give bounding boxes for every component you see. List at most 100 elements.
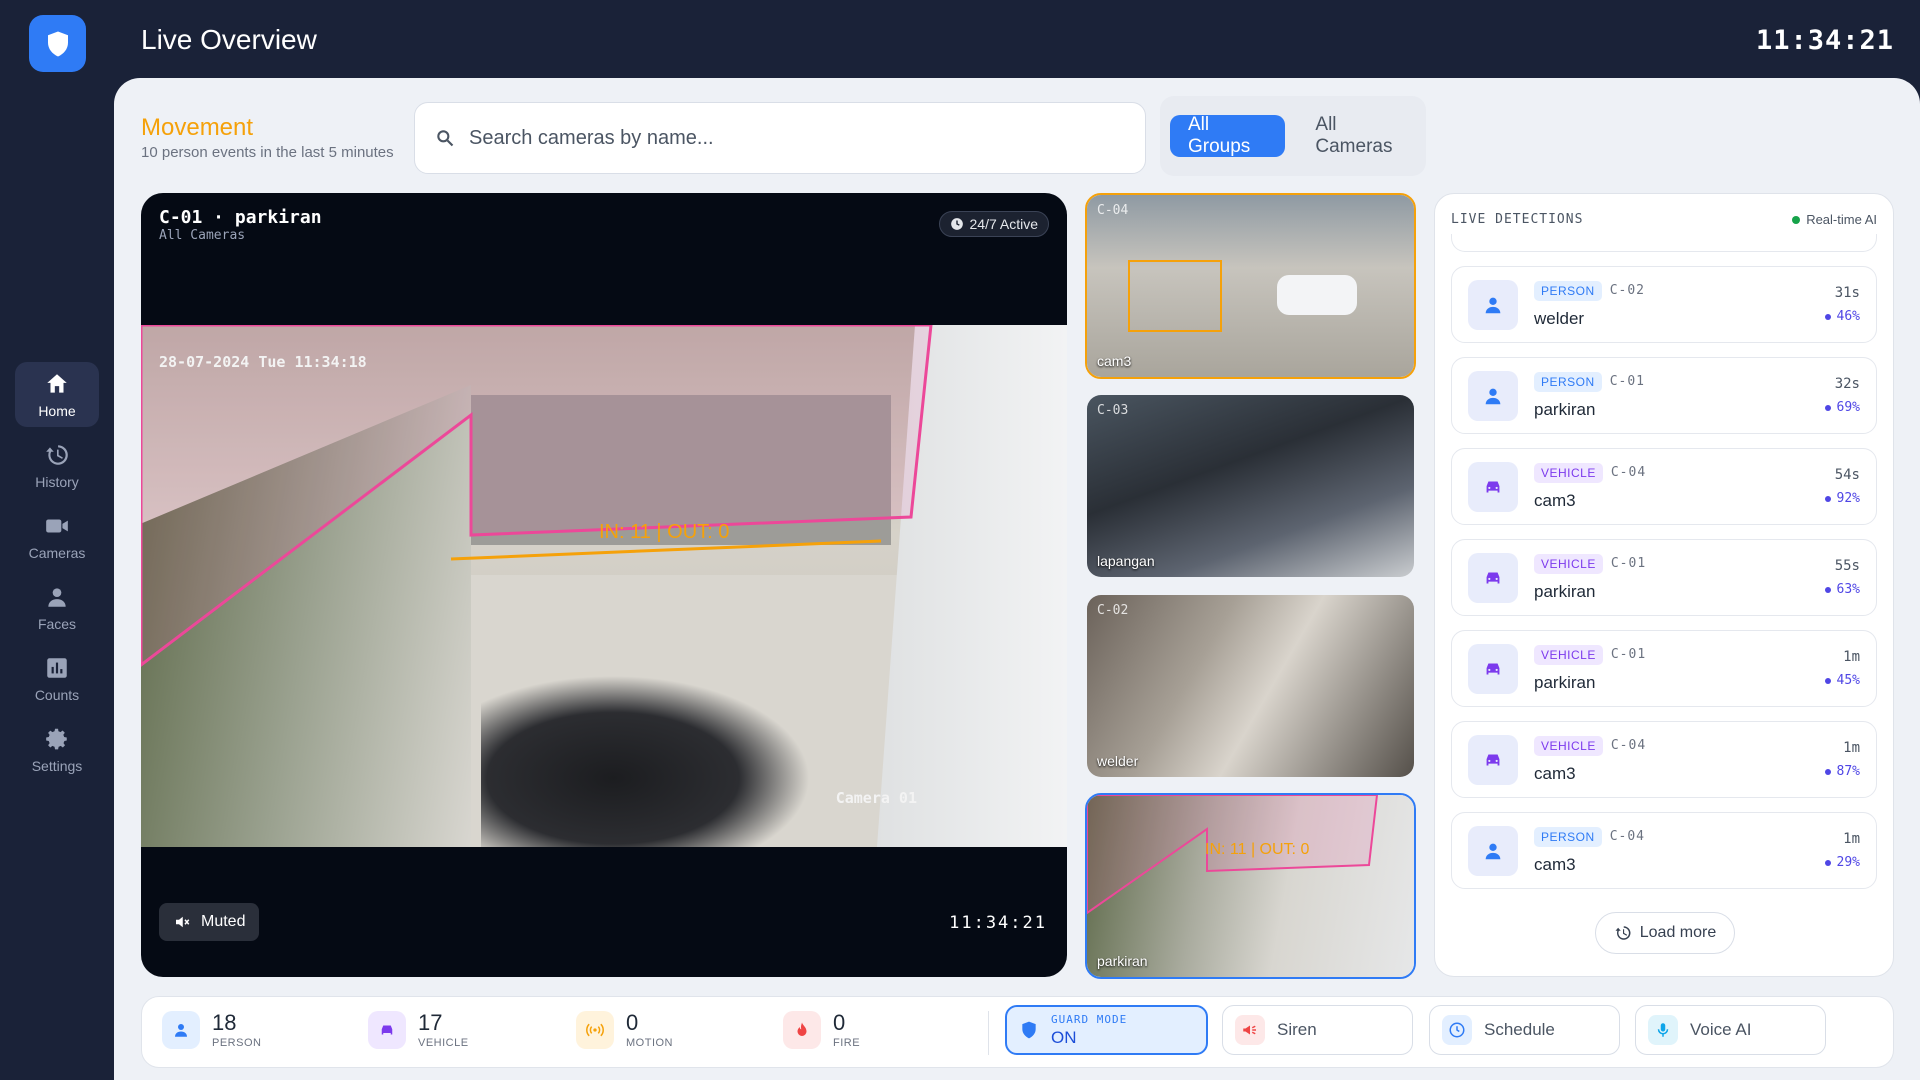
- detection-type-badge: PERSON: [1534, 826, 1602, 847]
- group-filter: All Groups All Cameras: [1160, 96, 1426, 176]
- detection-item[interactable]: VEHICLE C-04 cam3 54s 92%: [1451, 448, 1877, 525]
- camera-thumbnail-lapangan[interactable]: C-03 lapangan: [1085, 393, 1416, 579]
- detection-meta: PERSON C-01: [1534, 371, 1645, 392]
- detection-body: VEHICLE C-04 cam3: [1534, 735, 1647, 784]
- movement-title: Movement: [141, 114, 254, 141]
- stat-label: VEHICLE: [418, 1036, 469, 1049]
- search-box: [414, 102, 1146, 174]
- stat-text: 0 MOTION: [626, 1011, 673, 1049]
- clock-icon: [950, 218, 963, 230]
- detection-camera-id: C-01: [1609, 374, 1645, 389]
- active-status-badge: 24/7 Active: [938, 211, 1049, 237]
- car-icon: [381, 1025, 393, 1035]
- sidebar-item-home[interactable]: Home: [15, 362, 99, 427]
- detection-camera-name: parkiran: [1534, 581, 1596, 601]
- sidebar-item-label: Cameras: [28, 544, 86, 561]
- detection-item[interactable]: PERSON C-04 cam3 1m 29%: [1451, 812, 1877, 889]
- page-title: Live Overview: [141, 24, 317, 55]
- guard-mode-toggle[interactable]: GUARD MODE ON: [1005, 1005, 1208, 1055]
- detection-stats: 1m 45%: [1824, 649, 1860, 688]
- confidence-value: 69%: [1836, 400, 1860, 415]
- megaphone-icon: [1243, 1025, 1256, 1035]
- stat-value: 17: [418, 1009, 443, 1035]
- realtime-label: Real-time AI: [1806, 212, 1877, 227]
- thumbnail-label: welder: [1097, 753, 1139, 769]
- person-icon: [48, 587, 66, 607]
- main-camera-header: C-01 · parkiran All Cameras: [159, 207, 322, 243]
- detection-confidence: 69%: [1824, 400, 1860, 415]
- detection-body: PERSON C-02 welder: [1534, 280, 1645, 329]
- detection-camera-id: C-04: [1610, 738, 1647, 753]
- main-camera-subtitle: All Cameras: [159, 228, 246, 243]
- car-icon: [1486, 572, 1500, 583]
- detection-item[interactable]: VEHICLE C-01 parkiran 1m 45%: [1451, 630, 1877, 707]
- detection-stats: 55s 63%: [1824, 558, 1860, 597]
- clock-icon: [1449, 1022, 1465, 1038]
- schedule-button[interactable]: Schedule: [1429, 1005, 1620, 1055]
- stat-icon: [162, 1011, 200, 1049]
- detection-meta: VEHICLE C-01: [1534, 553, 1646, 574]
- siren-button[interactable]: Siren: [1222, 1005, 1413, 1055]
- detection-type-icon: [1468, 643, 1518, 694]
- sidebar-item-counts[interactable]: Counts: [15, 646, 99, 711]
- thumbnail-image: [1087, 395, 1414, 577]
- detection-stats: 31s 46%: [1824, 285, 1860, 324]
- detection-box-overlay: [1128, 260, 1357, 332]
- sidebar-item-faces[interactable]: Faces: [15, 575, 99, 640]
- camera-thumbnail-parkiran[interactable]: IN: 11 | OUT: 0 parkiran: [1085, 793, 1416, 979]
- voice-ai-button[interactable]: Voice AI: [1635, 1005, 1826, 1055]
- control-icon: [1648, 1015, 1678, 1045]
- shield-icon: [47, 31, 68, 56]
- mute-toggle-button[interactable]: Muted: [159, 903, 260, 941]
- camera-thumbnail-cam3[interactable]: C-04 cam3: [1085, 193, 1416, 379]
- detection-meta: VEHICLE C-04: [1534, 462, 1646, 483]
- search-input[interactable]: [469, 126, 1109, 150]
- speaker-muted-icon: [176, 916, 190, 928]
- feed-timestamp-overlay: 28-07-2024 Tue 11:34:18: [159, 353, 367, 371]
- camera-icon: [46, 519, 68, 532]
- sidebar-item-cameras[interactable]: Cameras: [15, 504, 99, 569]
- thumbnail-image: [1087, 595, 1414, 777]
- stat-text: 0 FIRE: [833, 1011, 860, 1049]
- realtime-status: Real-time AI: [1792, 212, 1877, 227]
- status-dot: [1792, 215, 1801, 224]
- sidebar-item-settings[interactable]: Settings: [15, 717, 99, 782]
- app-logo[interactable]: [29, 15, 86, 72]
- detection-item-partial: [1451, 234, 1877, 252]
- detection-stats: 32s 69%: [1824, 376, 1860, 415]
- detection-item[interactable]: PERSON C-01 parkiran 32s 69%: [1451, 357, 1877, 434]
- person-icon: [1485, 843, 1501, 859]
- stat-label: PERSON: [212, 1036, 262, 1049]
- detection-confidence: 29%: [1824, 855, 1860, 870]
- detection-meta: VEHICLE C-04: [1534, 735, 1647, 756]
- bar-chart-icon: [47, 657, 67, 678]
- main-camera-view[interactable]: C-01 · parkiran All Cameras 24/7 Active …: [141, 193, 1067, 977]
- car-icon: [1486, 481, 1500, 492]
- load-more-button[interactable]: Load more: [1595, 912, 1735, 954]
- camera-thumbnail-welder[interactable]: C-02 welder: [1085, 593, 1416, 779]
- person-icon: [1485, 388, 1501, 404]
- detection-body: VEHICLE C-01 parkiran: [1534, 553, 1646, 602]
- detection-body: PERSON C-01 parkiran: [1534, 371, 1645, 420]
- detection-type-icon: [1468, 734, 1518, 785]
- control-icon: [1442, 1015, 1472, 1045]
- live-detections-panel: LIVE DETECTIONS Real-time AI PERSON C-02 …: [1434, 193, 1894, 977]
- feed-camera-name: Camera 01: [835, 789, 917, 807]
- detection-type-badge: PERSON: [1534, 280, 1602, 301]
- person-icon: [1485, 297, 1501, 313]
- detection-item[interactable]: VEHICLE C-04 cam3 1m 87%: [1451, 721, 1877, 798]
- confidence-dot: [1824, 404, 1831, 411]
- all-groups-button[interactable]: All Groups: [1170, 114, 1286, 157]
- stat-text: 18 PERSON: [212, 1011, 262, 1049]
- detection-confidence: 87%: [1824, 764, 1860, 779]
- detection-list[interactable]: PERSON C-02 welder 31s 46% PERSON C-01 park…: [1451, 234, 1877, 903]
- detection-item[interactable]: PERSON C-02 welder 31s 46%: [1451, 266, 1877, 343]
- stat-fire: 0 FIRE: [783, 1011, 860, 1049]
- sidebar-item-history[interactable]: History: [15, 433, 99, 498]
- all-cameras-button[interactable]: All Cameras: [1297, 114, 1426, 157]
- detection-age: 1m: [1843, 649, 1860, 665]
- detection-type-icon: [1468, 370, 1518, 421]
- detection-camera-name: cam3: [1534, 490, 1576, 510]
- thumbnail-label: cam3: [1097, 353, 1132, 369]
- detection-item[interactable]: VEHICLE C-01 parkiran 55s 63%: [1451, 539, 1877, 616]
